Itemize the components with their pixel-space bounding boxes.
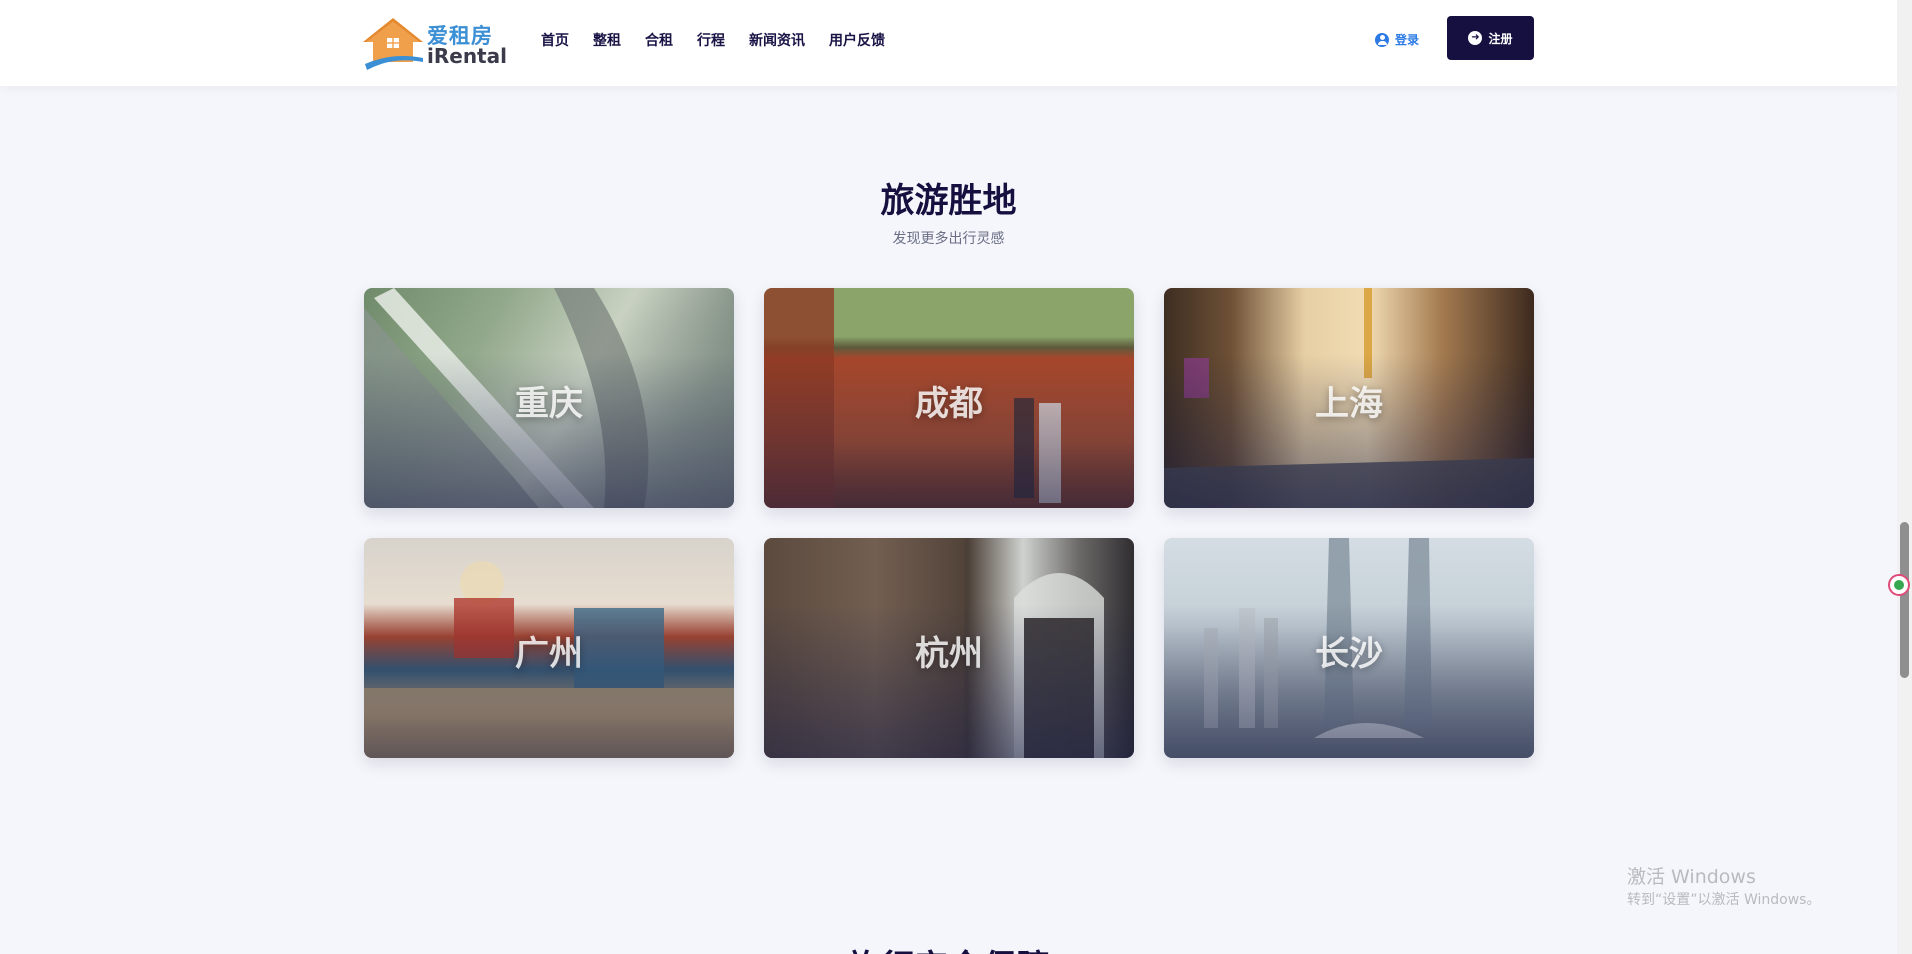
destination-name: 重庆 <box>515 383 583 424</box>
destination-card-changsha[interactable]: 长沙 <box>1164 538 1534 758</box>
next-section-title: 旅行安全保障 <box>0 940 1897 954</box>
destination-name: 成都 <box>915 383 983 424</box>
nav-item-feedback[interactable]: 用户反馈 <box>829 30 885 50</box>
site-logo[interactable]: 爱租房 iRental <box>363 18 507 70</box>
section-title: 旅游胜地 <box>880 181 1017 221</box>
destination-grid: 重庆 成都 上海 广州 杭州 长沙 <box>364 288 1534 758</box>
register-button[interactable]: ➜ 注册 <box>1447 16 1534 60</box>
user-circle-icon <box>1375 32 1389 47</box>
destination-card-hangzhou[interactable]: 杭州 <box>764 538 1134 758</box>
logo-text-en: iRental <box>427 44 507 68</box>
destination-name: 上海 <box>1315 383 1383 424</box>
nav-item-itinerary[interactable]: 行程 <box>697 30 725 50</box>
floating-assistant-icon[interactable] <box>1888 574 1910 596</box>
destination-card-chongqing[interactable]: 重庆 <box>364 288 734 508</box>
section-subtitle: 发现更多出行灵感 <box>892 231 1005 247</box>
scrollbar-track[interactable] <box>1897 0 1912 954</box>
nav-item-home[interactable]: 首页 <box>541 30 569 50</box>
destination-card-chengdu[interactable]: 成都 <box>764 288 1134 508</box>
scrollbar-thumb[interactable] <box>1900 522 1909 678</box>
site-header: 爱租房 iRental 首页 整租 合租 行程 新闻资讯 用户反馈 登录 ➜ 注… <box>0 0 1897 86</box>
destination-card-guangzhou[interactable]: 广州 <box>364 538 734 758</box>
register-label: 注册 <box>1488 31 1513 46</box>
windows-activation-hint: 转到“设置”以激活 Windows。 <box>1627 892 1821 908</box>
destination-name: 杭州 <box>915 633 983 674</box>
login-label: 登录 <box>1395 33 1420 47</box>
destination-name: 广州 <box>515 633 583 674</box>
windows-activation-title: 激活 Windows <box>1627 866 1756 888</box>
arrow-circle-right-icon: ➜ <box>1468 31 1483 45</box>
nav-item-shared-rent[interactable]: 合租 <box>645 30 673 50</box>
main-nav: 首页 整租 合租 行程 新闻资讯 用户反馈 <box>541 30 909 50</box>
nav-item-whole-rent[interactable]: 整租 <box>593 30 621 50</box>
nav-item-news[interactable]: 新闻资讯 <box>749 30 805 50</box>
destination-card-shanghai[interactable]: 上海 <box>1164 288 1534 508</box>
destination-name: 长沙 <box>1315 633 1383 674</box>
house-logo-icon <box>363 18 423 70</box>
login-link[interactable]: 登录 <box>1375 31 1419 48</box>
